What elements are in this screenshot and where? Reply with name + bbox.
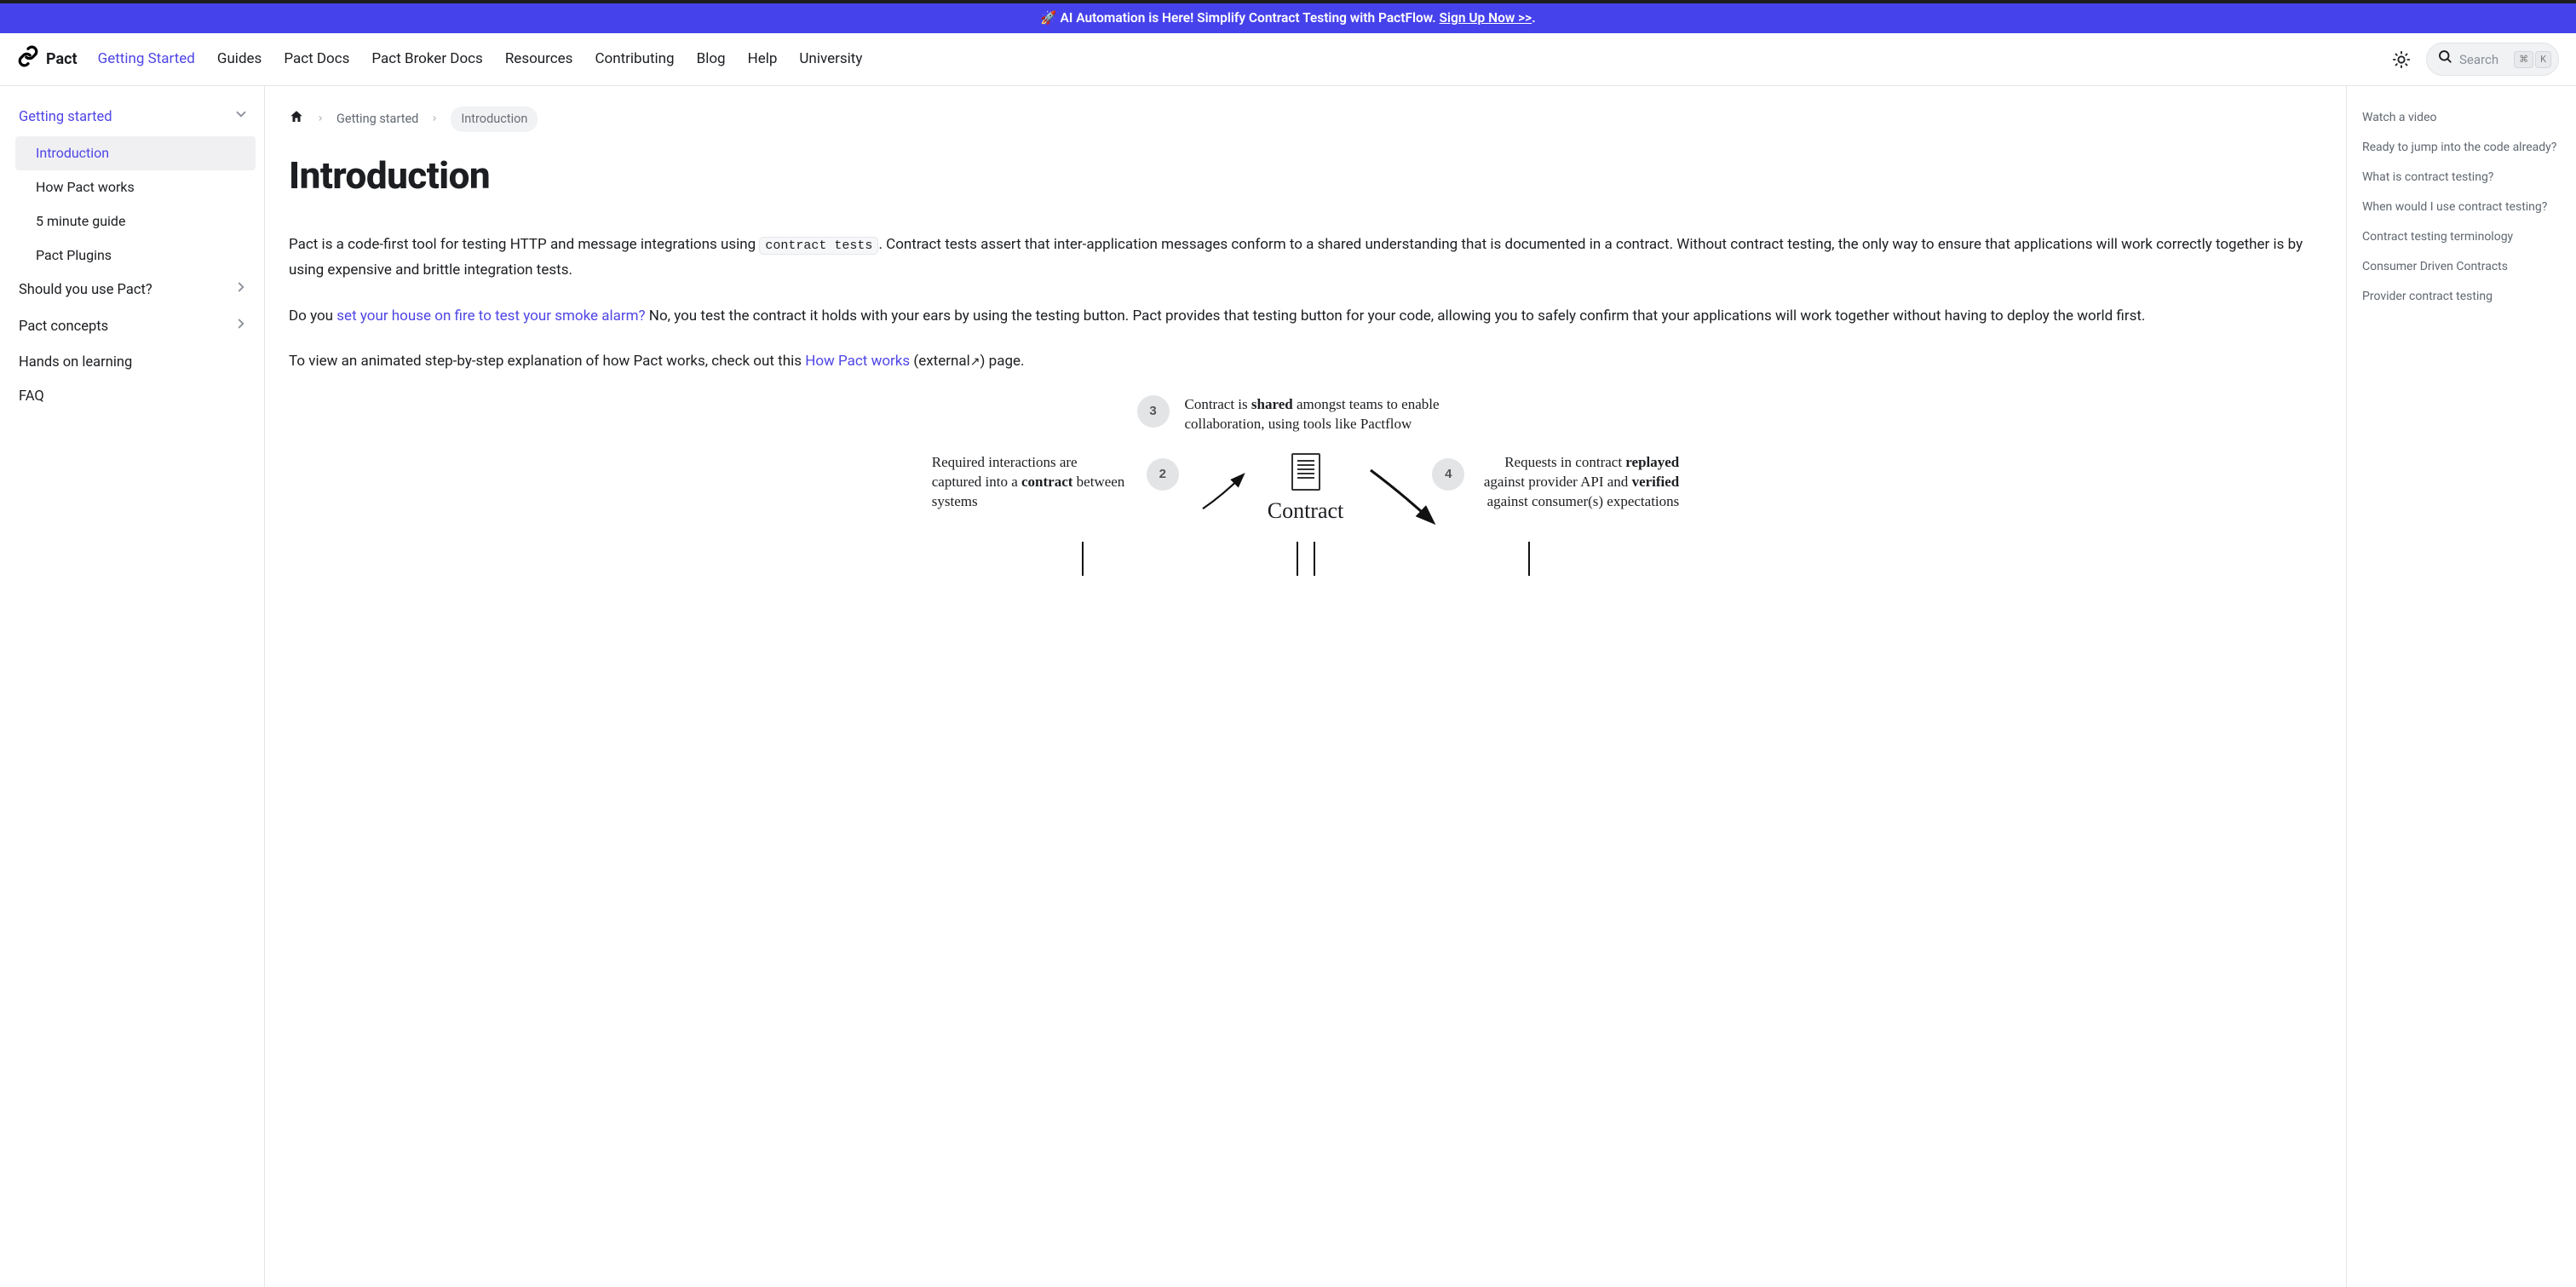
nav-guides[interactable]: Guides — [217, 49, 262, 71]
sidebar-item-how-pact-works[interactable]: How Pact works — [15, 170, 261, 204]
step-3-caption: Contract is shared amongst teams to enab… — [1185, 395, 1475, 434]
nav-contributing[interactable]: Contributing — [595, 49, 674, 71]
site-header: Pact Getting Started Guides Pact Docs Pa… — [0, 33, 2576, 86]
breadcrumb-home-icon[interactable] — [289, 109, 304, 130]
toc-item[interactable]: Consumer Driven Contracts — [2362, 252, 2567, 282]
main-content: Getting started Introduction Introductio… — [265, 86, 2346, 1287]
toc-item[interactable]: Provider contract testing — [2362, 282, 2567, 312]
banner-emoji: 🚀 — [1040, 10, 1056, 26]
article-body: Pact is a code-first tool for testing HT… — [289, 233, 2322, 576]
banner-text: AI Automation is Here! Simplify Contract… — [1061, 10, 1436, 26]
table-of-contents: Watch a video Ready to jump into the cod… — [2346, 86, 2576, 1287]
theme-toggle-icon[interactable] — [2392, 50, 2411, 69]
breadcrumb-getting-started[interactable]: Getting started — [336, 110, 418, 129]
search-placeholder: Search — [2459, 50, 2507, 70]
arrow-left-icon — [1198, 453, 1249, 521]
inline-code: contract tests — [759, 237, 878, 255]
step-3-badge: 3 — [1137, 395, 1170, 428]
paragraph: To view an animated step-by-step explana… — [289, 349, 2322, 375]
step-4-badge: 4 — [1432, 458, 1464, 491]
sidebar-faq[interactable]: FAQ — [10, 380, 261, 415]
toc-item[interactable]: Ready to jump into the code already? — [2362, 133, 2567, 163]
sidebar-item-pact-plugins[interactable]: Pact Plugins — [15, 238, 261, 273]
how-pact-works-link[interactable]: How Pact works — [805, 353, 910, 370]
chevron-right-icon — [233, 316, 249, 339]
announcement-banner: 🚀 AI Automation is Here! Simplify Contra… — [0, 0, 2576, 33]
search-icon — [2437, 49, 2452, 70]
contract-node: Contract — [1268, 453, 1344, 527]
step-4-caption: Requests in contract replayed against pr… — [1483, 453, 1679, 512]
sidebar-getting-started[interactable]: Getting started — [10, 100, 261, 136]
diagram-connectors — [289, 542, 2322, 576]
breadcrumb: Getting started Introduction — [289, 106, 2322, 132]
paragraph: Pact is a code-first tool for testing HT… — [289, 233, 2322, 284]
logo[interactable]: Pact — [17, 45, 78, 74]
banner-cta-link[interactable]: Sign Up Now >> — [1440, 10, 1532, 26]
external-link-icon: ↗ — [970, 355, 980, 369]
paragraph: Do you set your house on fire to test yo… — [289, 304, 2322, 330]
toc-item[interactable]: Contract testing terminology — [2362, 222, 2567, 252]
nav-resources[interactable]: Resources — [505, 49, 573, 71]
toc-item[interactable]: When would I use contract testing? — [2362, 192, 2567, 222]
nav-pact-broker-docs[interactable]: Pact Broker Docs — [371, 49, 482, 71]
how-pact-works-diagram: 3 Contract is shared amongst teams to en… — [289, 395, 2322, 576]
brand-name: Pact — [46, 48, 78, 71]
chevron-down-icon — [233, 106, 249, 129]
nav-getting-started[interactable]: Getting Started — [98, 49, 195, 71]
search-shortcut: ⌘ K — [2514, 51, 2551, 69]
chevron-right-icon — [233, 279, 249, 302]
sidebar-pact-concepts[interactable]: Pact concepts — [10, 309, 261, 346]
step-2-caption: Required interactions are captured into … — [932, 453, 1128, 512]
nav-help[interactable]: Help — [748, 49, 778, 71]
primary-nav: Getting Started Guides Pact Docs Pact Br… — [98, 49, 2392, 71]
logo-icon — [17, 45, 39, 74]
breadcrumb-separator-icon — [316, 110, 325, 129]
sidebar-hands-on-learning[interactable]: Hands on learning — [10, 346, 261, 381]
nav-pact-docs[interactable]: Pact Docs — [284, 49, 349, 71]
step-2-badge: 2 — [1147, 458, 1179, 491]
sidebar: Getting started Introduction How Pact wo… — [0, 86, 265, 1287]
nav-university[interactable]: University — [799, 49, 862, 71]
page-title: Introduction — [289, 147, 2322, 204]
toc-item[interactable]: Watch a video — [2362, 103, 2567, 133]
banner-trailing: . — [1532, 10, 1535, 26]
sidebar-should-you-use-pact[interactable]: Should you use Pact? — [10, 273, 261, 309]
search-button[interactable]: Search ⌘ K — [2426, 43, 2559, 76]
breadcrumb-separator-icon — [430, 110, 439, 129]
smoke-alarm-link[interactable]: set your house on fire to test your smok… — [336, 307, 645, 325]
document-icon — [1291, 453, 1320, 491]
nav-blog[interactable]: Blog — [697, 49, 726, 71]
toc-item[interactable]: What is contract testing? — [2362, 163, 2567, 192]
sidebar-item-5-minute-guide[interactable]: 5 minute guide — [15, 204, 261, 238]
arrow-right-icon — [1362, 453, 1413, 537]
breadcrumb-current: Introduction — [451, 106, 538, 132]
contract-label: Contract — [1268, 494, 1344, 527]
sidebar-item-introduction[interactable]: Introduction — [15, 136, 256, 170]
